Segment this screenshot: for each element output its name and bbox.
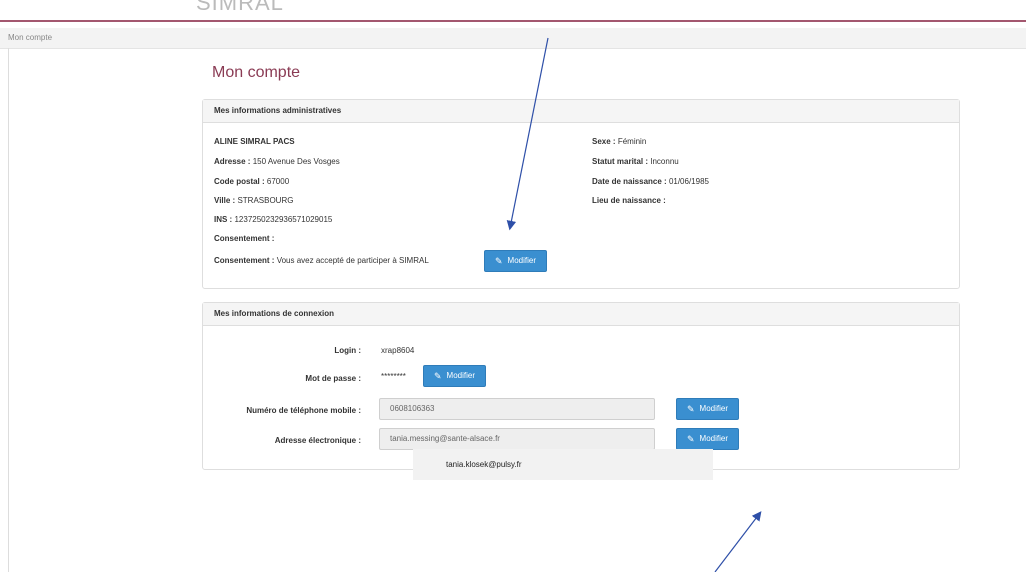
password-modify-label: Modifier (446, 371, 475, 380)
login-value: xrap8604 (381, 346, 415, 355)
postal-row: Code postal : 67000 (214, 177, 289, 186)
brand-logo: SIMRAL (196, 0, 284, 15)
breadcrumb-current: Mon compte (8, 33, 53, 42)
ins-label: INS : (214, 215, 233, 224)
login-info-panel: Mes informations de connexion Login : xr… (202, 302, 960, 470)
annotation-arrow-email (714, 511, 762, 572)
postal-label: Code postal : (214, 177, 265, 186)
city-label: Ville : (214, 196, 236, 205)
city-value: STRASBOURG (237, 196, 294, 205)
consent-modify-button[interactable]: ✎ Modifier (484, 250, 547, 272)
pencil-icon: ✎ (687, 404, 695, 414)
login-panel-title: Mes informations de connexion (203, 303, 959, 326)
annotation-note-text: tania.klosek@pulsy.fr (446, 460, 522, 469)
email-modify-label: Modifier (699, 434, 728, 443)
top-bar: SIMRAL (0, 0, 1026, 22)
marital-label: Statut marital : (592, 157, 649, 166)
marital-row: Statut marital : Inconnu (592, 157, 679, 166)
postal-value: 67000 (266, 177, 290, 186)
birthplace-label: Lieu de naissance : (592, 196, 666, 205)
password-value: ******** (381, 372, 406, 381)
address-label: Adresse : (214, 157, 251, 166)
page-title: Mon compte (212, 64, 301, 81)
city-row: Ville : STRASBOURG (214, 196, 293, 205)
pencil-icon: ✎ (434, 371, 442, 381)
pencil-icon: ✎ (495, 256, 503, 266)
address-row: Adresse : 150 Avenue Des Vosges (214, 157, 340, 166)
annotation-note: tania.klosek@pulsy.fr (413, 449, 713, 480)
marital-value: Inconnu (650, 157, 679, 166)
admin-info-panel: Mes informations administratives ALINE S… (202, 99, 960, 289)
sex-row: Sexe : Féminin (592, 137, 646, 146)
birthdate-label: Date de naissance : (592, 177, 667, 186)
admin-panel-title: Mes informations administratives (203, 100, 959, 123)
sex-value: Féminin (617, 137, 647, 146)
consent-value: Vous avez accepté de participer à SIMRAL (276, 256, 429, 265)
consent-row-2: Consentement : Vous avez accepté de part… (214, 256, 429, 265)
pencil-icon: ✎ (687, 434, 695, 444)
patient-name: ALINE SIMRAL PACS (214, 137, 295, 146)
address-value: 150 Avenue Des Vosges (252, 157, 340, 166)
breadcrumb: Mon compte (0, 28, 1026, 49)
phone-field[interactable]: 0608106363 (379, 398, 655, 420)
email-label: Adresse électronique : (274, 436, 361, 445)
password-modify-button[interactable]: ✎ Modifier (423, 365, 486, 387)
phone-modify-button[interactable]: ✎ Modifier (676, 398, 739, 420)
ins-row: INS : 1237250232936571029015 (214, 215, 332, 224)
phone-label: Numéro de téléphone mobile : (246, 406, 361, 415)
email-field[interactable]: tania.messing@sante-alsace.fr (379, 428, 655, 450)
email-modify-button[interactable]: ✎ Modifier (676, 428, 739, 450)
consent-label: Consentement : (214, 234, 275, 243)
birthdate-value: 01/06/1985 (668, 177, 709, 186)
ins-value: 1237250232936571029015 (234, 215, 333, 224)
login-label: Login : (334, 346, 361, 355)
password-label: Mot de passe : (305, 374, 361, 383)
consent-row-1: Consentement : (214, 234, 274, 243)
left-divider (8, 48, 9, 572)
phone-modify-label: Modifier (699, 404, 728, 413)
sex-label: Sexe : (592, 137, 616, 146)
consent-modify-label: Modifier (507, 256, 536, 265)
birthdate-row: Date de naissance : 01/06/1985 (592, 177, 709, 186)
birthplace-row: Lieu de naissance : (592, 196, 666, 205)
consent-label-2: Consentement : (214, 256, 275, 265)
